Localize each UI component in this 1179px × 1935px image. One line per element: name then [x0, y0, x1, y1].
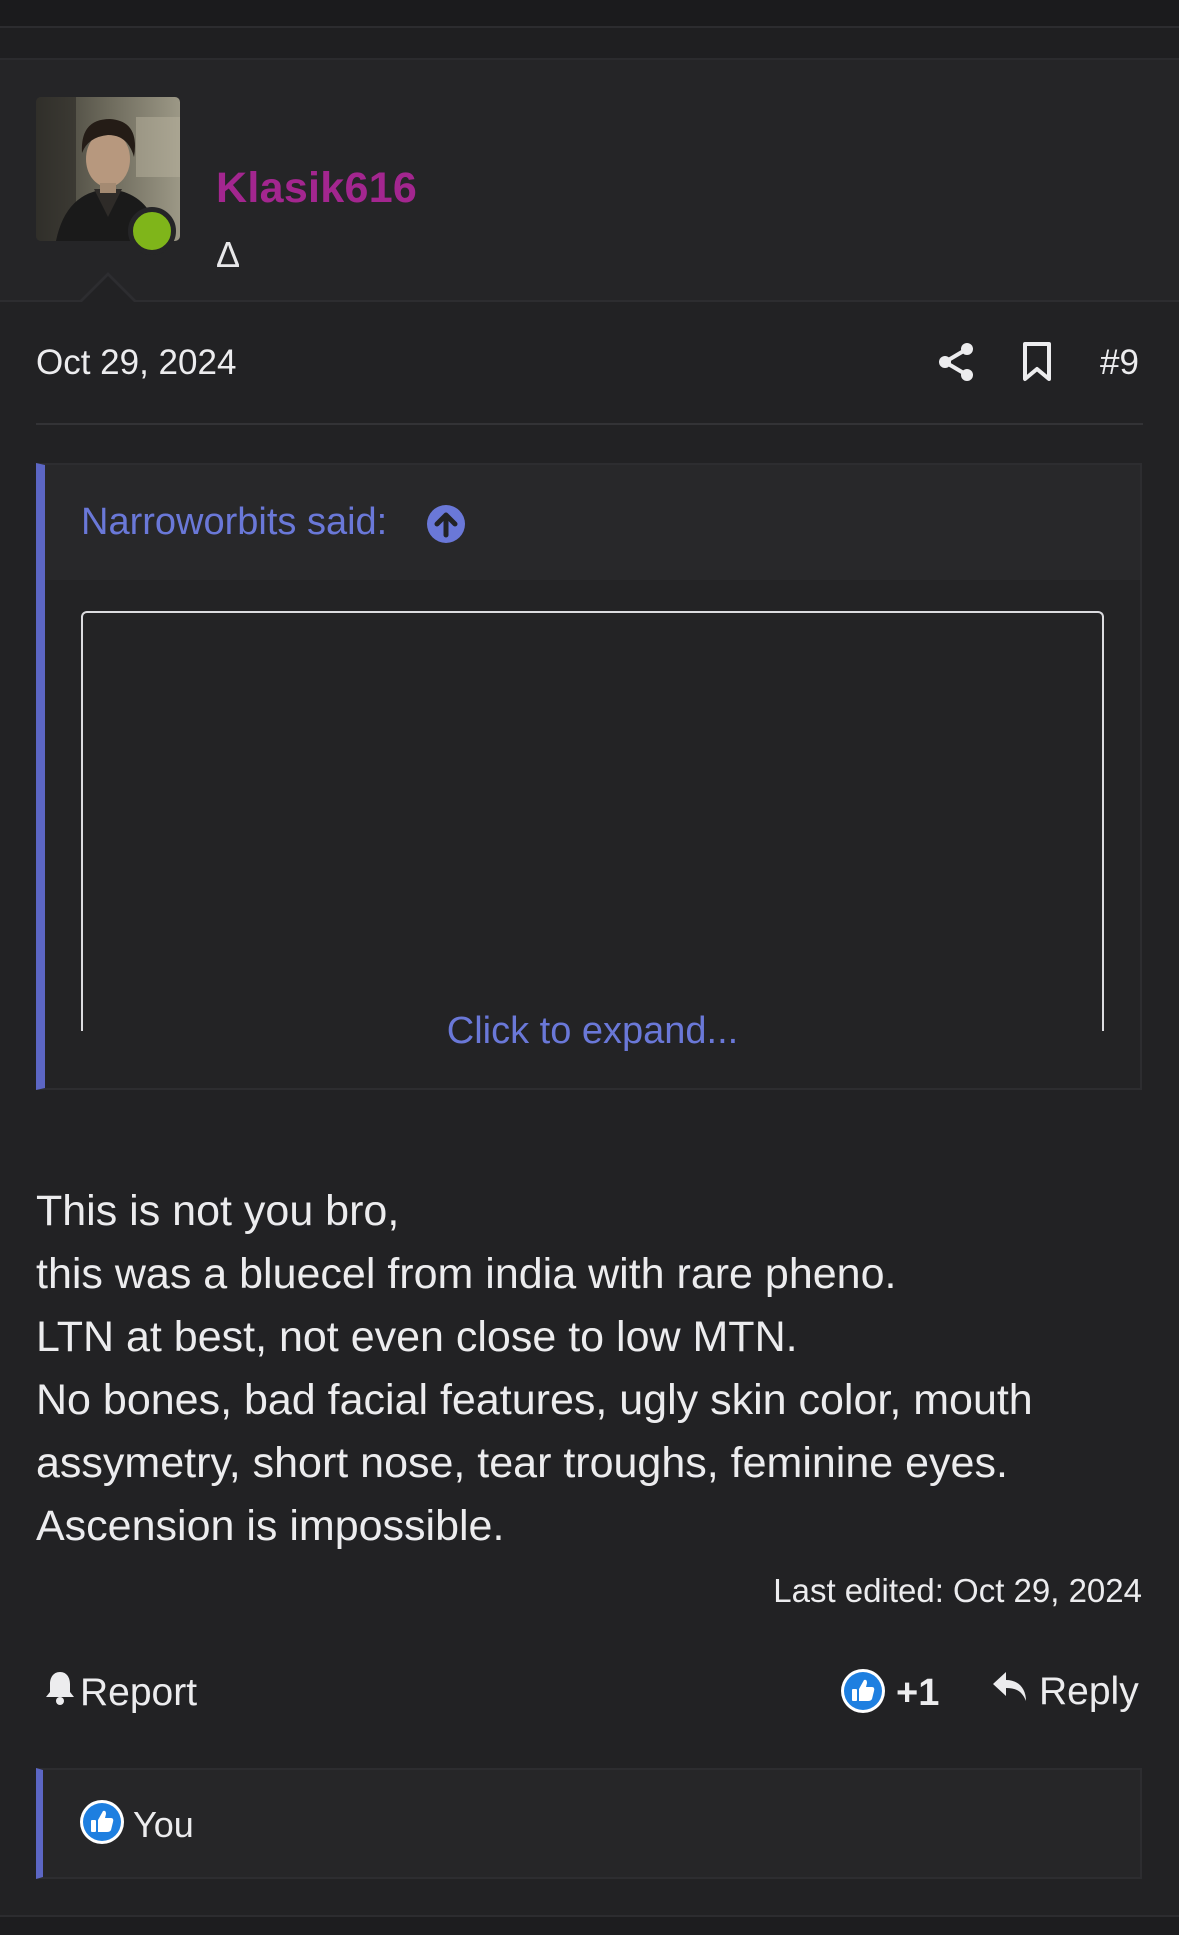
post-body-line: Ascension is impossible. — [36, 1502, 505, 1550]
top-strip — [0, 0, 1179, 28]
post-body-line: LTN at best, not even close to low MTN. — [36, 1313, 798, 1361]
reactions-list-label[interactable]: You — [133, 1804, 194, 1846]
user-title: Δ — [216, 234, 241, 275]
last-edited: Last edited: Oct 29, 2024 — [773, 1572, 1142, 1609]
post-body: This is not you bro, this was a bluecel … — [36, 1180, 1033, 1558]
post-user-header: Klasik616 Δ — [0, 60, 1179, 302]
report-label: Report — [80, 1671, 198, 1714]
click-to-expand-link[interactable]: Click to expand... — [45, 1010, 1140, 1053]
online-status-indicator — [128, 207, 176, 255]
post-footer-separator — [0, 1915, 1179, 1935]
post-body-line: This is not you bro, — [36, 1187, 400, 1235]
post-separator — [0, 28, 1179, 60]
arrow-up-circle-icon[interactable] — [426, 504, 466, 549]
report-button[interactable]: Report — [44, 1670, 197, 1716]
divider — [36, 423, 1143, 425]
reply-label: Reply — [1039, 1670, 1139, 1713]
like-icon[interactable] — [840, 1668, 886, 1719]
post-body-line: No bones, bad facial features, ugly skin… — [36, 1376, 1033, 1424]
post-date[interactable]: Oct 29, 2024 — [36, 343, 236, 383]
share-icon[interactable] — [936, 341, 976, 388]
username[interactable]: Klasik616 — [216, 164, 417, 213]
quoted-content — [81, 611, 1104, 1031]
bell-icon — [44, 1670, 76, 1716]
post-body-line: assymetry, short nose, tear troughs, fem… — [36, 1439, 1008, 1487]
reply-icon — [991, 1670, 1029, 1714]
quote-author-link[interactable]: Narroworbits said: — [81, 501, 387, 544]
bookmark-icon[interactable] — [1021, 341, 1053, 388]
quote-block: Narroworbits said: Click to expand... — [36, 463, 1142, 1090]
reactions-bar[interactable]: You — [36, 1768, 1142, 1879]
post-body-line: this was a bluecel from india with rare … — [36, 1250, 897, 1298]
quote-header: Narroworbits said: — [45, 465, 1140, 580]
reaction-count[interactable]: +1 — [896, 1672, 939, 1715]
post-number[interactable]: #9 — [1100, 343, 1139, 383]
reply-button[interactable]: Reply — [991, 1670, 1139, 1714]
like-icon — [79, 1799, 125, 1850]
